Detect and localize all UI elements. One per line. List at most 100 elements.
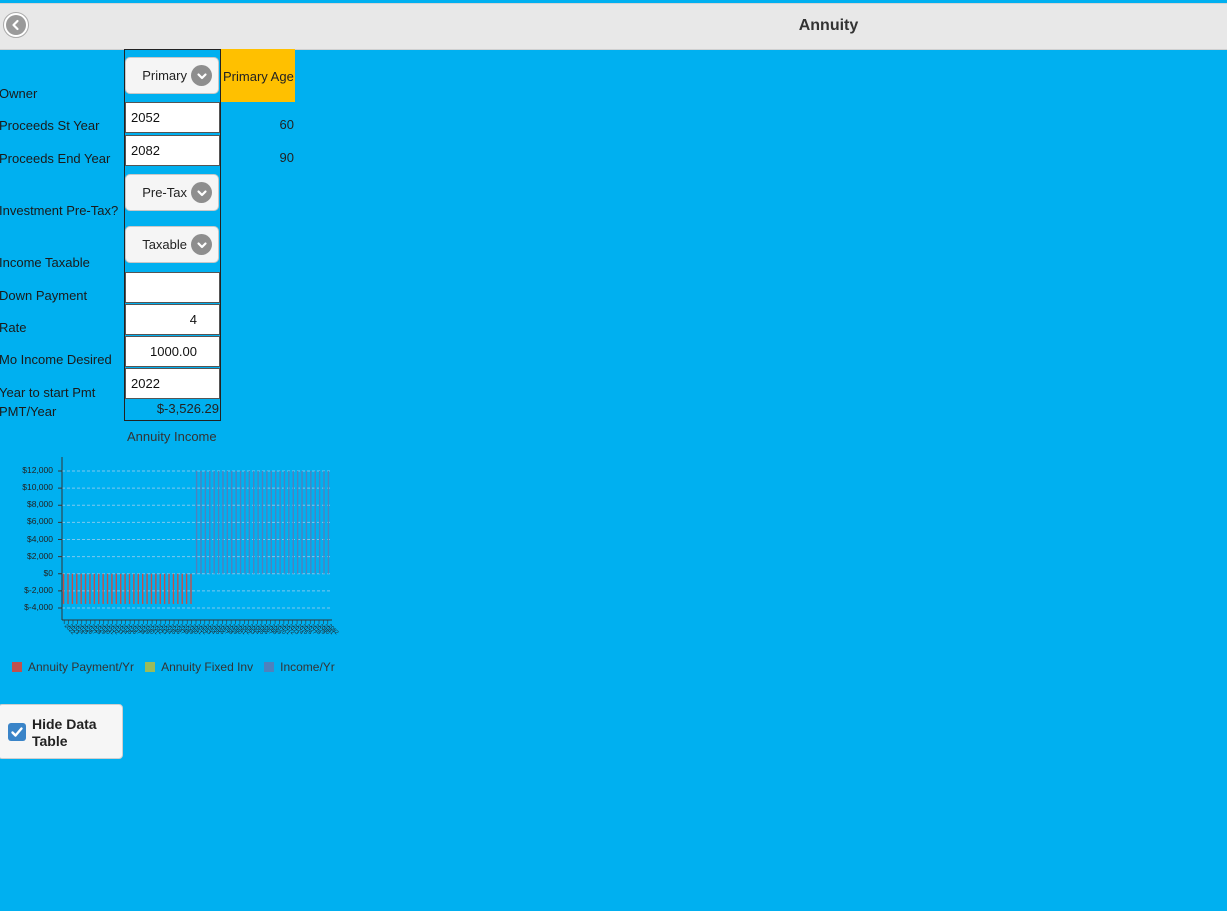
chart-bar — [172, 573, 175, 604]
chart-bar — [248, 471, 251, 574]
rate-input[interactable]: 4 — [125, 304, 220, 335]
chevron-down-icon — [191, 234, 212, 255]
legend-label-payment: Annuity Payment/Yr — [28, 660, 135, 674]
chevron-down-icon — [191, 182, 212, 203]
legend-swatch-fixed-inv — [145, 662, 156, 672]
chart-bar — [128, 573, 131, 604]
age-end-value: 90 — [279, 150, 294, 165]
chart-bar — [213, 471, 215, 574]
chart-bar — [310, 471, 312, 574]
chart-bar — [292, 471, 294, 574]
pmt-year-label: PMT/Year — [0, 404, 57, 419]
investment-pretax-select[interactable]: Pre-Tax — [125, 174, 219, 211]
investment-pretax-value: Pre-Tax — [142, 185, 187, 200]
chart-bar — [296, 471, 299, 574]
legend-item-fixed-inv: Annuity Fixed Inv — [145, 660, 253, 674]
chart-bar — [217, 471, 220, 574]
chart-bar — [266, 471, 268, 574]
mo-income-input[interactable]: 1000.00 — [125, 336, 220, 367]
hide-data-table-toggle[interactable]: Hide Data Table — [0, 704, 123, 759]
chart-bar — [150, 573, 153, 604]
chart-bar — [80, 573, 82, 604]
proceeds-end-input[interactable]: 2082 — [125, 135, 220, 166]
proceeds-end-label: Proceeds End Year — [0, 151, 111, 166]
legend-item-payment: Annuity Payment/Yr — [12, 660, 134, 674]
chart-bar — [314, 471, 316, 574]
chart-bar — [89, 573, 91, 604]
chart-bar — [71, 573, 74, 604]
chart-bar — [84, 573, 87, 604]
checkbox-checked-icon[interactable] — [8, 723, 26, 741]
legend-item-income: Income/Yr — [264, 660, 335, 674]
chart-bar — [257, 471, 259, 574]
chart-bar — [190, 573, 192, 604]
chart-bar — [327, 471, 330, 574]
chart-bar — [231, 471, 233, 574]
owner-select[interactable]: Primary — [125, 57, 219, 94]
chart-bar — [222, 471, 224, 574]
investment-pretax-label: Investment Pre-Tax? — [0, 203, 119, 218]
chart-bar — [93, 573, 96, 604]
chart-bar — [283, 471, 286, 574]
age-header: Primary Age — [221, 49, 295, 102]
chart-bar — [155, 573, 157, 604]
chart-bar — [120, 573, 122, 604]
proceeds-start-label: Proceeds St Year — [0, 118, 100, 133]
chart-bar — [270, 471, 272, 574]
chart-bar — [115, 573, 118, 604]
income-taxable-label: Income Taxable — [0, 255, 90, 270]
chart-bar — [209, 471, 211, 574]
chart-bar — [301, 471, 303, 574]
owner-select-value: Primary — [142, 68, 187, 83]
year-start-pmt-input[interactable]: 2022 — [125, 368, 220, 399]
chart-bar — [146, 573, 148, 604]
header-bar: Annuity — [0, 3, 1227, 50]
chart-bar — [106, 573, 109, 604]
chart-bar — [200, 471, 202, 574]
chart-bar — [185, 573, 188, 604]
chart-bar — [62, 573, 65, 604]
chart-bar — [235, 471, 237, 574]
owner-label: Owner — [0, 86, 38, 101]
hide-data-table-label: Hide Data Table — [32, 716, 97, 749]
chart-legend: Annuity Payment/Yr Annuity Fixed Inv Inc… — [12, 660, 346, 674]
chart-bar — [318, 471, 321, 574]
chart-bar — [163, 573, 166, 604]
chart-bar — [261, 471, 264, 574]
chart-bar — [288, 471, 290, 574]
chart-bar — [124, 573, 126, 604]
income-taxable-select[interactable]: Taxable — [125, 226, 219, 263]
legend-label-income: Income/Yr — [280, 660, 335, 674]
chart-bar — [181, 573, 183, 604]
chevron-down-icon — [191, 65, 212, 86]
rate-label: Rate — [0, 320, 27, 335]
chart-bar — [226, 471, 229, 574]
chart-bar — [133, 573, 135, 604]
chart-bar — [177, 573, 179, 604]
legend-swatch-income — [264, 662, 275, 672]
year-start-pmt-label: Year to start Pmt — [0, 385, 96, 400]
income-taxable-value: Taxable — [142, 237, 187, 252]
chart-bar — [195, 471, 198, 574]
chart-bar — [168, 573, 170, 604]
chart-bar — [67, 573, 69, 604]
chart-bar — [239, 471, 242, 574]
chart-bar — [76, 573, 78, 604]
proceeds-start-input[interactable]: 2052 — [125, 102, 220, 133]
chart-bar — [253, 471, 255, 574]
chart-bar — [323, 471, 325, 574]
page-title: Annuity — [798, 17, 859, 34]
chart-bar — [102, 573, 104, 604]
chart-bar — [98, 573, 100, 604]
mo-income-label: Mo Income Desired — [0, 352, 112, 367]
chart-bar — [159, 573, 161, 604]
chart-title: Annuity Income — [127, 429, 217, 444]
chart-bar — [274, 471, 277, 574]
down-payment-input[interactable] — [125, 272, 220, 303]
chart-bar — [137, 573, 139, 604]
legend-label-fixed-inv: Annuity Fixed Inv — [161, 660, 254, 674]
legend-swatch-payment — [12, 662, 22, 672]
chart-bar — [305, 471, 308, 574]
down-payment-label: Down Payment — [0, 288, 88, 303]
chart-bar — [204, 471, 207, 574]
